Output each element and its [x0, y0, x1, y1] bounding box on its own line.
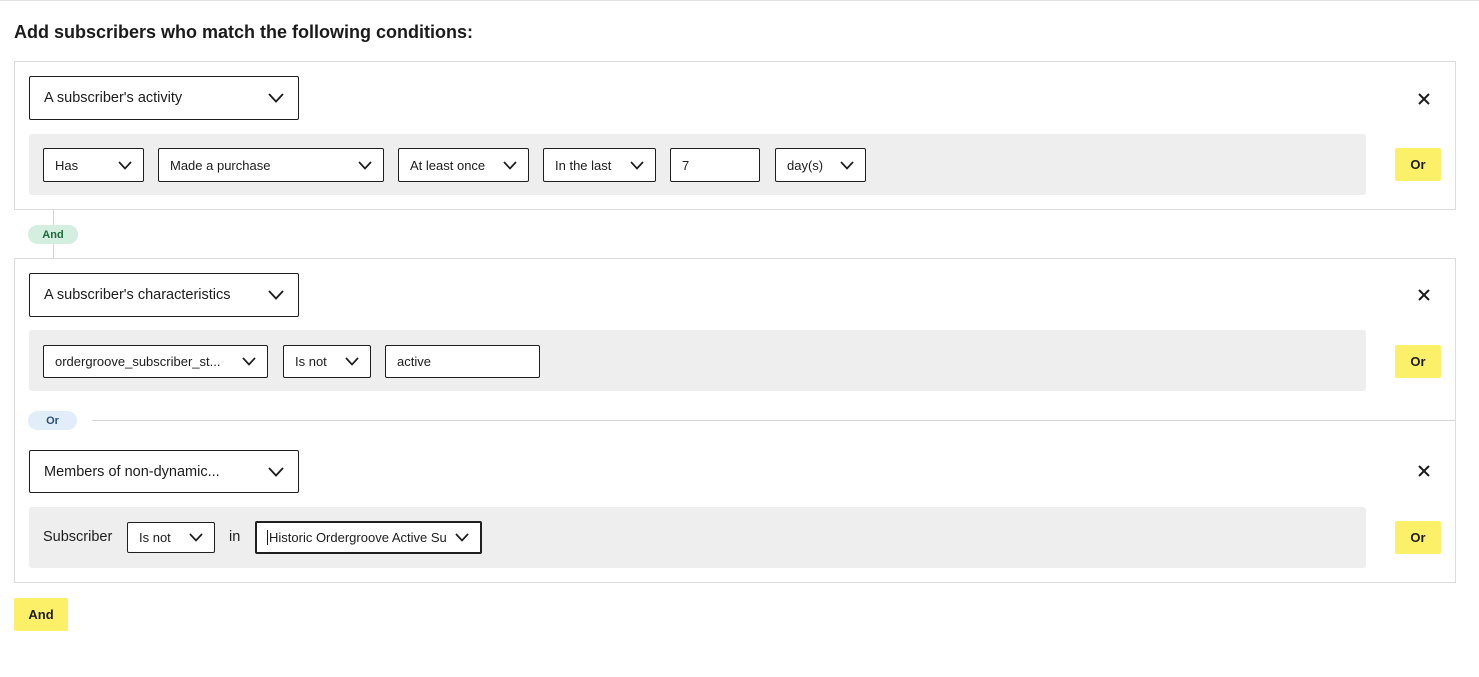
and-connector-badge: And — [28, 225, 78, 244]
amount-value: 7 — [682, 157, 690, 173]
chevron-down-icon — [358, 160, 372, 170]
condition-type-select[interactable]: Members of non-dynamic... — [29, 450, 299, 493]
frequency-value: At least once — [410, 157, 486, 173]
close-icon[interactable] — [1417, 92, 1431, 106]
page-title: Add subscribers who match the following … — [14, 22, 474, 42]
action-value: Made a purchase — [170, 157, 271, 173]
chevron-down-icon — [118, 160, 132, 170]
condition-type-value: Members of non-dynamic... — [44, 463, 220, 480]
top-divider — [0, 0, 1479, 1]
chevron-down-icon — [630, 160, 644, 170]
or-connector-badge: Or — [28, 411, 77, 430]
value-text: active — [397, 354, 431, 369]
chevron-down-icon — [189, 533, 203, 542]
value-input[interactable]: active — [385, 345, 540, 378]
chevron-down-icon — [345, 357, 359, 366]
property-value: ordergroove_subscriber_st... — [55, 354, 221, 369]
frequency-select[interactable]: At least once — [398, 148, 529, 182]
timeframe-value: In the last — [555, 157, 612, 173]
chevron-down-icon — [268, 290, 284, 300]
or-divider-line — [92, 420, 1455, 421]
or-button[interactable]: Or — [1395, 521, 1441, 554]
chevron-down-icon — [455, 533, 469, 542]
in-label: in — [229, 529, 241, 545]
operator-select[interactable]: Is not — [283, 345, 371, 378]
amount-input[interactable]: 7 — [670, 148, 760, 182]
list-select[interactable]: Historic Ordergroove Active Su — [255, 521, 482, 554]
action-select[interactable]: Made a purchase — [158, 148, 384, 182]
subject-label: Subscriber — [43, 529, 113, 545]
or-button[interactable]: Or — [1395, 345, 1441, 378]
add-and-button[interactable]: And — [14, 598, 68, 631]
list-value: Historic Ordergroove Active Su — [267, 530, 447, 545]
operator-value: Is not — [139, 530, 171, 545]
condition-type-value: A subscriber's activity — [44, 90, 183, 106]
chevron-down-icon — [268, 93, 284, 103]
timeframe-select[interactable]: In the last — [543, 148, 656, 182]
chevron-down-icon — [503, 160, 517, 170]
close-icon[interactable] — [1417, 464, 1431, 478]
or-button[interactable]: Or — [1395, 148, 1441, 181]
operator-select[interactable]: Is not — [127, 522, 215, 553]
condition-type-value: A subscriber's characteristics — [44, 287, 231, 303]
unit-value: day(s) — [787, 157, 824, 173]
operator-value: Is not — [295, 354, 327, 369]
verb-value: Has — [55, 157, 79, 173]
unit-select[interactable]: day(s) — [775, 148, 866, 182]
condition-type-select[interactable]: A subscriber's characteristics — [29, 273, 299, 317]
close-icon[interactable] — [1417, 288, 1431, 302]
condition-type-select[interactable]: A subscriber's activity — [29, 76, 299, 120]
chevron-down-icon — [840, 160, 854, 170]
verb-select[interactable]: Has — [43, 148, 144, 182]
property-select[interactable]: ordergroove_subscriber_st... — [43, 345, 268, 378]
chevron-down-icon — [268, 466, 284, 477]
chevron-down-icon — [242, 357, 256, 366]
